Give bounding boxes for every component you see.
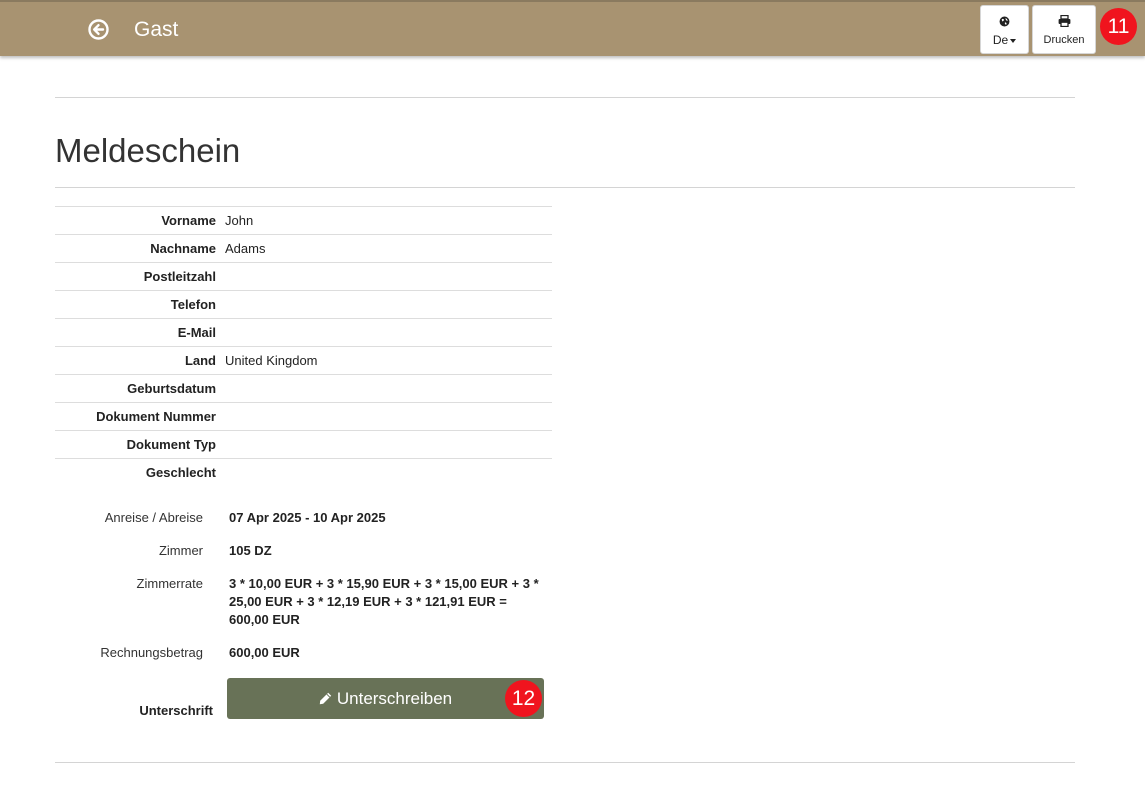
page-title: Meldeschein xyxy=(55,132,241,169)
field-value: John xyxy=(225,213,254,228)
pencil-icon xyxy=(319,692,332,705)
annotation-badge: 11 xyxy=(1100,8,1137,45)
room-rate-value: 3 * 10,00 EUR + 3 * 15,90 EUR + 3 * 15,0… xyxy=(229,576,539,627)
table-row: Geburtsdatum xyxy=(55,374,552,402)
field-label: Geschlecht xyxy=(145,465,216,480)
arrival-value: 07 Apr 2025 - 10 Apr 2025 xyxy=(229,510,386,525)
table-row: Dokument Typ xyxy=(55,430,552,458)
sign-button-label: Unterschreiben xyxy=(336,689,453,708)
globe-icon xyxy=(999,16,1010,27)
back-button[interactable] xyxy=(88,19,109,40)
field-label: Postleitzahl xyxy=(143,269,216,284)
room-rate-label: Zimmerrate xyxy=(136,576,203,591)
table-row: E-Mail xyxy=(55,318,552,346)
header-title: Gast xyxy=(134,18,179,41)
divider xyxy=(55,762,1075,763)
signature-label: Unterschrift xyxy=(139,703,213,718)
table-row: Vorname John xyxy=(55,206,552,234)
language-label: De xyxy=(992,33,1009,47)
field-label: Land xyxy=(184,353,216,368)
field-value: United Kingdom xyxy=(225,353,318,368)
arrival-label: Anreise / Abreise xyxy=(104,510,203,525)
sign-button[interactable]: Unterschreiben xyxy=(227,678,544,719)
field-label: Telefon xyxy=(170,297,216,312)
field-label: Geburtsdatum xyxy=(127,381,216,396)
table-row: Dokument Nummer xyxy=(55,402,552,430)
table-row: Geschlecht xyxy=(55,458,552,487)
divider xyxy=(55,187,1075,188)
print-button[interactable]: Drucken xyxy=(1032,5,1096,54)
field-value: Adams xyxy=(225,241,266,256)
guest-details-table: Vorname John Nachname Adams Postleitzahl… xyxy=(55,206,552,487)
table-row: Telefon xyxy=(55,290,552,318)
annotation-badge: 12 xyxy=(505,680,542,717)
invoice-amount-value: 600,00 EUR xyxy=(229,645,300,660)
field-label: Vorname xyxy=(161,213,216,228)
invoice-amount-label: Rechnungsbetrag xyxy=(100,645,203,660)
print-label: Drucken xyxy=(1043,34,1085,46)
top-bar: Gast De Drucken xyxy=(0,0,1145,56)
table-row: Nachname Adams xyxy=(55,234,552,262)
printer-icon xyxy=(1058,14,1070,28)
field-label: E-Mail xyxy=(177,325,216,340)
field-label: Dokument Typ xyxy=(126,437,216,452)
language-dropdown-button[interactable]: De xyxy=(980,5,1029,54)
field-label: Dokument Nummer xyxy=(96,409,216,424)
room-value: 105 DZ xyxy=(229,543,272,558)
table-row: Land United Kingdom xyxy=(55,346,552,374)
divider xyxy=(55,97,1075,98)
field-label: Nachname xyxy=(150,241,216,256)
circle-arrow-left-icon xyxy=(88,19,109,40)
caret-down-icon xyxy=(1010,38,1017,43)
room-label: Zimmer xyxy=(158,543,203,558)
table-row: Postleitzahl xyxy=(55,262,552,290)
